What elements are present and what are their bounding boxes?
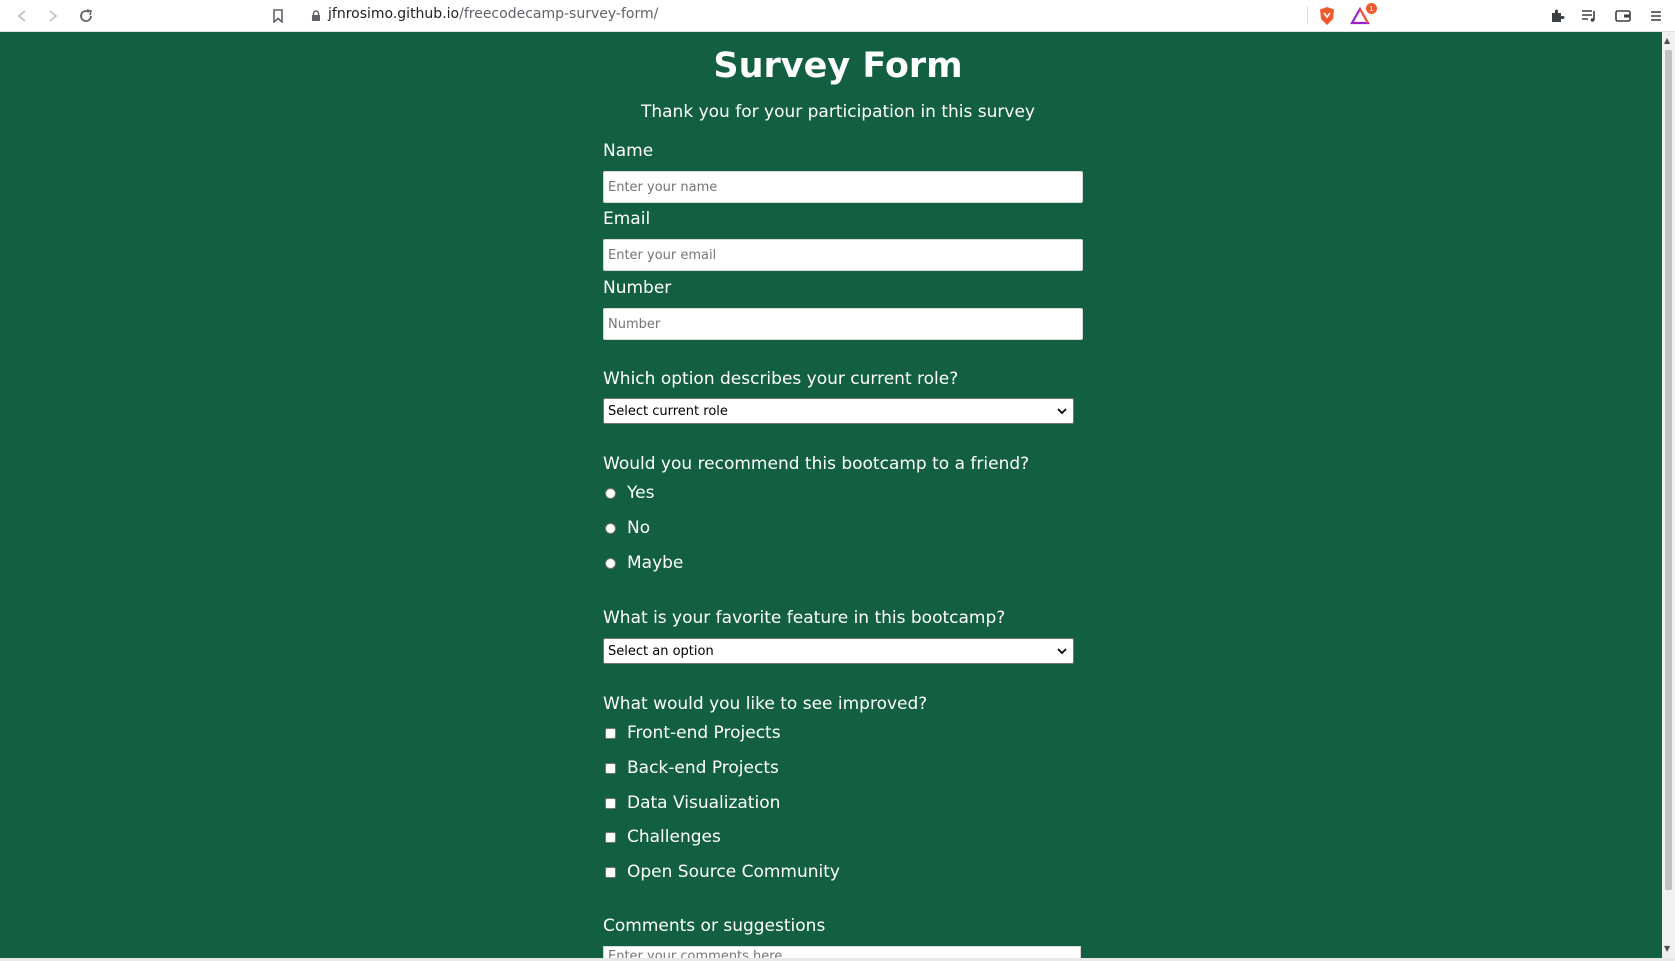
email-label: Email <box>603 209 651 229</box>
scroll-up-arrow-icon[interactable]: ▲ <box>1664 36 1670 45</box>
checkbox-option[interactable]: Open Source Community <box>603 862 840 882</box>
page-viewport: Survey Form Thank you for your participa… <box>0 32 1662 958</box>
reload-icon[interactable] <box>74 4 98 28</box>
extensions-icon[interactable] <box>1545 4 1569 28</box>
checkbox-option[interactable]: Challenges <box>603 827 721 847</box>
chevron-down-icon <box>1057 405 1067 420</box>
feature-question: What is your favorite feature in this bo… <box>603 608 1006 628</box>
checkbox-label: Challenges <box>627 827 721 847</box>
page-description: Thank you for your participation in this… <box>640 102 1035 122</box>
radio-label: Maybe <box>627 553 684 573</box>
feature-dropdown-value: Select an option <box>608 643 714 659</box>
scrollbar-thumb[interactable] <box>1665 50 1672 890</box>
checkbox-label: Back-end Projects <box>627 758 779 778</box>
recommend-question: Would you recommend this bootcamp to a f… <box>603 454 1030 474</box>
radio-button[interactable] <box>605 522 616 534</box>
role-question: Which option describes your current role… <box>603 369 959 389</box>
number-label: Number <box>603 278 672 298</box>
address-bar[interactable]: jfnrosimo.github.io/freecodecamp-survey-… <box>298 0 1378 28</box>
comments-textarea[interactable]: Enter your comments here <box>603 946 1081 958</box>
radio-button[interactable] <box>605 557 616 569</box>
radio-option[interactable]: Yes <box>603 483 654 503</box>
back-arrow-icon[interactable] <box>10 4 34 28</box>
comments-label: Comments or suggestions <box>603 916 826 936</box>
bookmark-icon[interactable] <box>266 4 290 28</box>
reading-list-icon[interactable] <box>1577 4 1601 28</box>
wallet-icon[interactable] <box>1611 4 1635 28</box>
url-text: jfnrosimo.github.io/freecodecamp-survey-… <box>328 6 659 22</box>
menu-icon[interactable] <box>1644 4 1668 28</box>
chevron-down-icon <box>1057 645 1067 660</box>
checkbox[interactable] <box>605 831 616 843</box>
scroll-down-arrow-icon[interactable]: ▼ <box>1664 944 1670 953</box>
name-label: Name <box>603 141 654 161</box>
feature-dropdown[interactable]: Select an option <box>603 638 1074 664</box>
radio-button[interactable] <box>605 487 616 499</box>
checkbox-label: Data Visualization <box>627 793 781 813</box>
radio-option[interactable]: No <box>603 518 650 538</box>
checkbox-option[interactable]: Back-end Projects <box>603 758 779 778</box>
toolbar-divider <box>1307 6 1308 24</box>
brave-shields-icon[interactable] <box>1315 4 1339 28</box>
browser-toolbar: jfnrosimo.github.io/freecodecamp-survey-… <box>0 0 1675 32</box>
number-input[interactable] <box>603 308 1083 340</box>
role-dropdown-value: Select current role <box>608 403 728 419</box>
role-dropdown[interactable]: Select current role <box>603 398 1074 424</box>
improve-question: What would you like to see improved? <box>603 694 928 714</box>
checkbox-label: Front-end Projects <box>627 723 781 743</box>
checkbox-label: Open Source Community <box>627 862 840 882</box>
checkbox[interactable] <box>605 797 616 809</box>
radio-label: Yes <box>627 483 655 503</box>
checkbox[interactable] <box>605 762 616 774</box>
lock-icon <box>311 7 321 26</box>
rewards-badge: 1 <box>1366 3 1377 14</box>
checkbox[interactable] <box>605 866 616 878</box>
checkbox[interactable] <box>605 727 616 739</box>
radio-option[interactable]: Maybe <box>603 553 683 573</box>
name-input[interactable] <box>603 171 1083 203</box>
checkbox-option[interactable]: Front-end Projects <box>603 723 781 743</box>
email-input[interactable] <box>603 239 1083 271</box>
page-title: Survey Form <box>713 46 963 86</box>
checkbox-option[interactable]: Data Visualization <box>603 793 780 813</box>
forward-arrow-icon[interactable] <box>41 4 65 28</box>
radio-label: No <box>627 518 651 538</box>
page-scrollbar[interactable]: ▲ ▼ <box>1662 32 1675 958</box>
